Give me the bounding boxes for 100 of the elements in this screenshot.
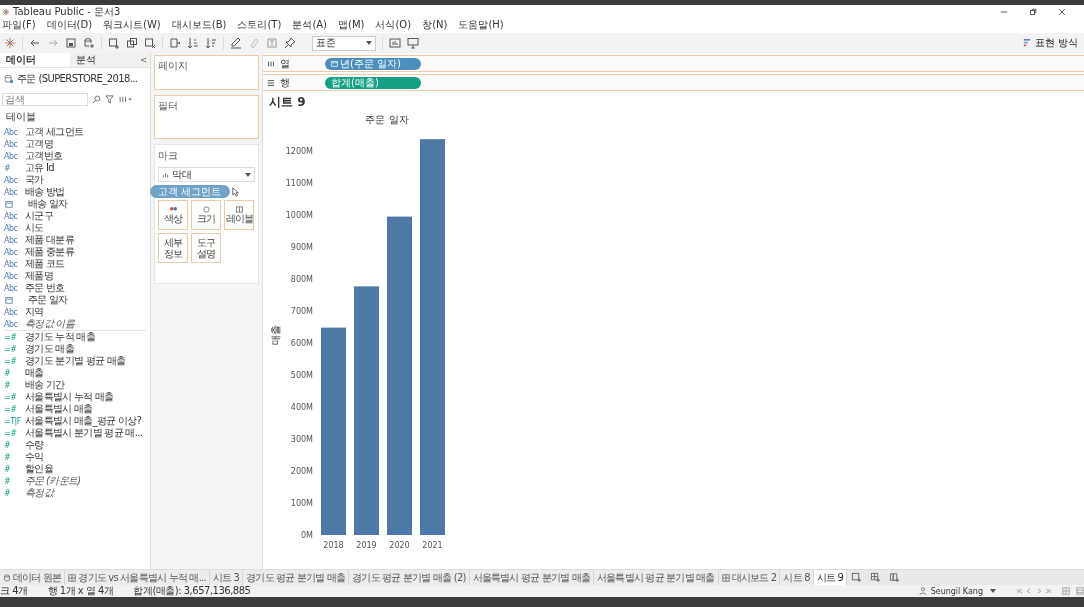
presentation-icon[interactable] [407, 37, 419, 49]
field-type-icon: # [4, 368, 22, 378]
search-icon[interactable] [92, 95, 101, 104]
field-item[interactable]: Abc 지역 [0, 306, 150, 318]
tick-label: 300M [290, 435, 313, 444]
view-options-icon[interactable] [118, 95, 133, 104]
status-text: 합계(매출): 3,657,136,885 [133, 585, 251, 597]
sheet-tab[interactable]: 경기도 vs 서울특별시 누적 매... [65, 570, 210, 585]
marks-button[interactable]: 레이블 [224, 200, 254, 230]
tableau-logo-icon[interactable] [4, 37, 16, 49]
field-item[interactable]: Abc 주문 번호 [0, 282, 150, 294]
tick-label: 600M [290, 339, 313, 348]
marks-button[interactable]: 도구 설명 [191, 233, 221, 263]
field-item[interactable]: # 주문 (카운트) [0, 475, 150, 487]
new-story-icon[interactable] [889, 572, 901, 583]
status-text: 크 4개 [0, 585, 28, 597]
fit-dropdown[interactable]: 표준 [312, 35, 376, 51]
pin-icon[interactable] [284, 37, 296, 49]
new-sheet-icon[interactable] [108, 37, 120, 49]
field-item[interactable]: # 할인율 [0, 463, 150, 475]
columns-icon [267, 59, 275, 68]
sort-descending-icon[interactable] [205, 37, 217, 49]
field-pill[interactable]: 년(주문 일자) [325, 57, 421, 70]
grid-icon [68, 573, 77, 582]
sheet-tab[interactable]: 시트 8 [780, 570, 814, 585]
marks-button[interactable]: 색상 [158, 200, 188, 230]
sheet-tab[interactable]: 경기도 평균 분기별 매출 [243, 570, 350, 585]
field-type-icon: Abc [4, 319, 22, 329]
field-item[interactable]: Abc 고객번호 [0, 150, 150, 162]
field-item[interactable]: # 매출 [0, 367, 150, 379]
field-item[interactable]: =# 경기도 매출 [0, 343, 150, 355]
show-me-button[interactable]: 표현 방식 [1020, 36, 1080, 50]
user-menu[interactable]: Seungil Kang [918, 586, 996, 596]
new-dashboard-icon[interactable] [870, 572, 882, 583]
card-title: 페이지 [158, 60, 188, 71]
field-item[interactable]: Abc 측정값 이름 [0, 318, 150, 330]
mark-type-dropdown[interactable]: 막대 [158, 167, 255, 182]
sheet-tab[interactable]: 경기도 평균 분기별 매출 (2) [349, 570, 470, 585]
field-item[interactable]: Abc 시군구 [0, 210, 150, 222]
menu-item[interactable]: 서식(O) [375, 19, 412, 31]
field-item[interactable]: # 수익 [0, 451, 150, 463]
clear-sheet-icon[interactable] [144, 37, 156, 49]
field-item[interactable]: Abc 제품 대분류 [0, 234, 150, 246]
field-item[interactable]: # 고유 Id [0, 162, 150, 174]
field-item[interactable]: 주문 일자 [0, 294, 150, 306]
save-icon[interactable] [65, 37, 77, 49]
field-item[interactable]: =T|F 서울특별시 매출_평균 이상? [0, 415, 150, 427]
collapse-button[interactable]: < [140, 53, 150, 67]
field-item[interactable]: =# 서울특별시 누적 매출 [0, 391, 150, 403]
new-worksheet-icon[interactable] [851, 572, 863, 583]
field-item[interactable]: # 수량 [0, 439, 150, 451]
pane-tab[interactable]: 분석 [70, 53, 140, 67]
field-item[interactable]: Abc 제품 코드 [0, 258, 150, 270]
menu-item[interactable]: 분석(A) [292, 19, 328, 31]
field-item[interactable]: =# 서울특별시 매출 [0, 403, 150, 415]
field-item[interactable]: Abc 제품명 [0, 270, 150, 282]
field-item[interactable]: Abc 국가 [0, 174, 150, 186]
search-field[interactable]: 검색 [2, 93, 88, 106]
field-item[interactable]: # 측정값 [0, 487, 150, 499]
field-item[interactable]: # 배송 기간 [0, 379, 150, 391]
restore-icon[interactable] [1029, 7, 1037, 16]
cards-icon[interactable] [389, 37, 401, 49]
field-type-icon: Abc [4, 139, 22, 149]
menu-item[interactable]: 파일(F) [2, 19, 36, 31]
sheet-tab[interactable]: 시트 9 [813, 570, 848, 585]
duplicate-icon[interactable] [126, 37, 138, 49]
field-item[interactable]: =# 경기도 누적 매출 [0, 331, 150, 343]
field-type-icon: =# [4, 332, 22, 342]
new-datasource-icon[interactable] [83, 37, 95, 49]
field-item[interactable]: Abc 배송 방법 [0, 186, 150, 198]
menu-item[interactable]: 맵(M) [338, 19, 365, 31]
marks-button[interactable]: 세부 정보 [158, 233, 188, 263]
highlight-icon[interactable] [230, 37, 242, 49]
back-arrow-icon[interactable] [29, 37, 41, 49]
menu-item[interactable]: 대시보드(B) [171, 19, 227, 31]
menu-item[interactable]: 워크시트(W) [103, 19, 161, 31]
field-item[interactable]: 배송 일자 [0, 198, 150, 210]
mouse-cursor-icon [232, 186, 239, 197]
swap-icon[interactable] [169, 37, 181, 49]
sort-ascending-icon[interactable] [187, 37, 199, 49]
menu-item[interactable]: 스토리(T) [237, 19, 282, 31]
marks-button[interactable]: 크기 [191, 200, 221, 230]
field-item[interactable]: Abc 제품 중분류 [0, 246, 150, 258]
tick-label: 0M [301, 531, 313, 540]
menu-item[interactable]: 창(N) [422, 19, 448, 31]
menu-item[interactable]: 도움말(H) [458, 19, 504, 31]
sheet-tab[interactable]: 서울특별시 평균 분기별 매출 [594, 570, 719, 585]
field-item[interactable]: Abc 시도 [0, 222, 150, 234]
grid-icon [721, 573, 730, 582]
field-item[interactable]: =# 서울특별시 분기별 평균 매... [0, 427, 150, 439]
bar-chart-icon [162, 171, 169, 178]
field-type-icon: Abc [4, 187, 22, 197]
field-item[interactable]: =# 경기도 분기별 평균 매출 [0, 355, 150, 367]
field-item[interactable]: Abc 고객 세그먼트 [0, 126, 150, 138]
close-icon[interactable] [1058, 7, 1066, 16]
filter-icon[interactable] [105, 95, 114, 104]
menu-item[interactable]: 데이터(D) [46, 19, 93, 31]
datasource-name[interactable]: 주문 (SUPERSTORE_2018... [17, 72, 138, 86]
field-item[interactable]: Abc 고객명 [0, 138, 150, 150]
tick-label: 1100M [285, 179, 313, 188]
